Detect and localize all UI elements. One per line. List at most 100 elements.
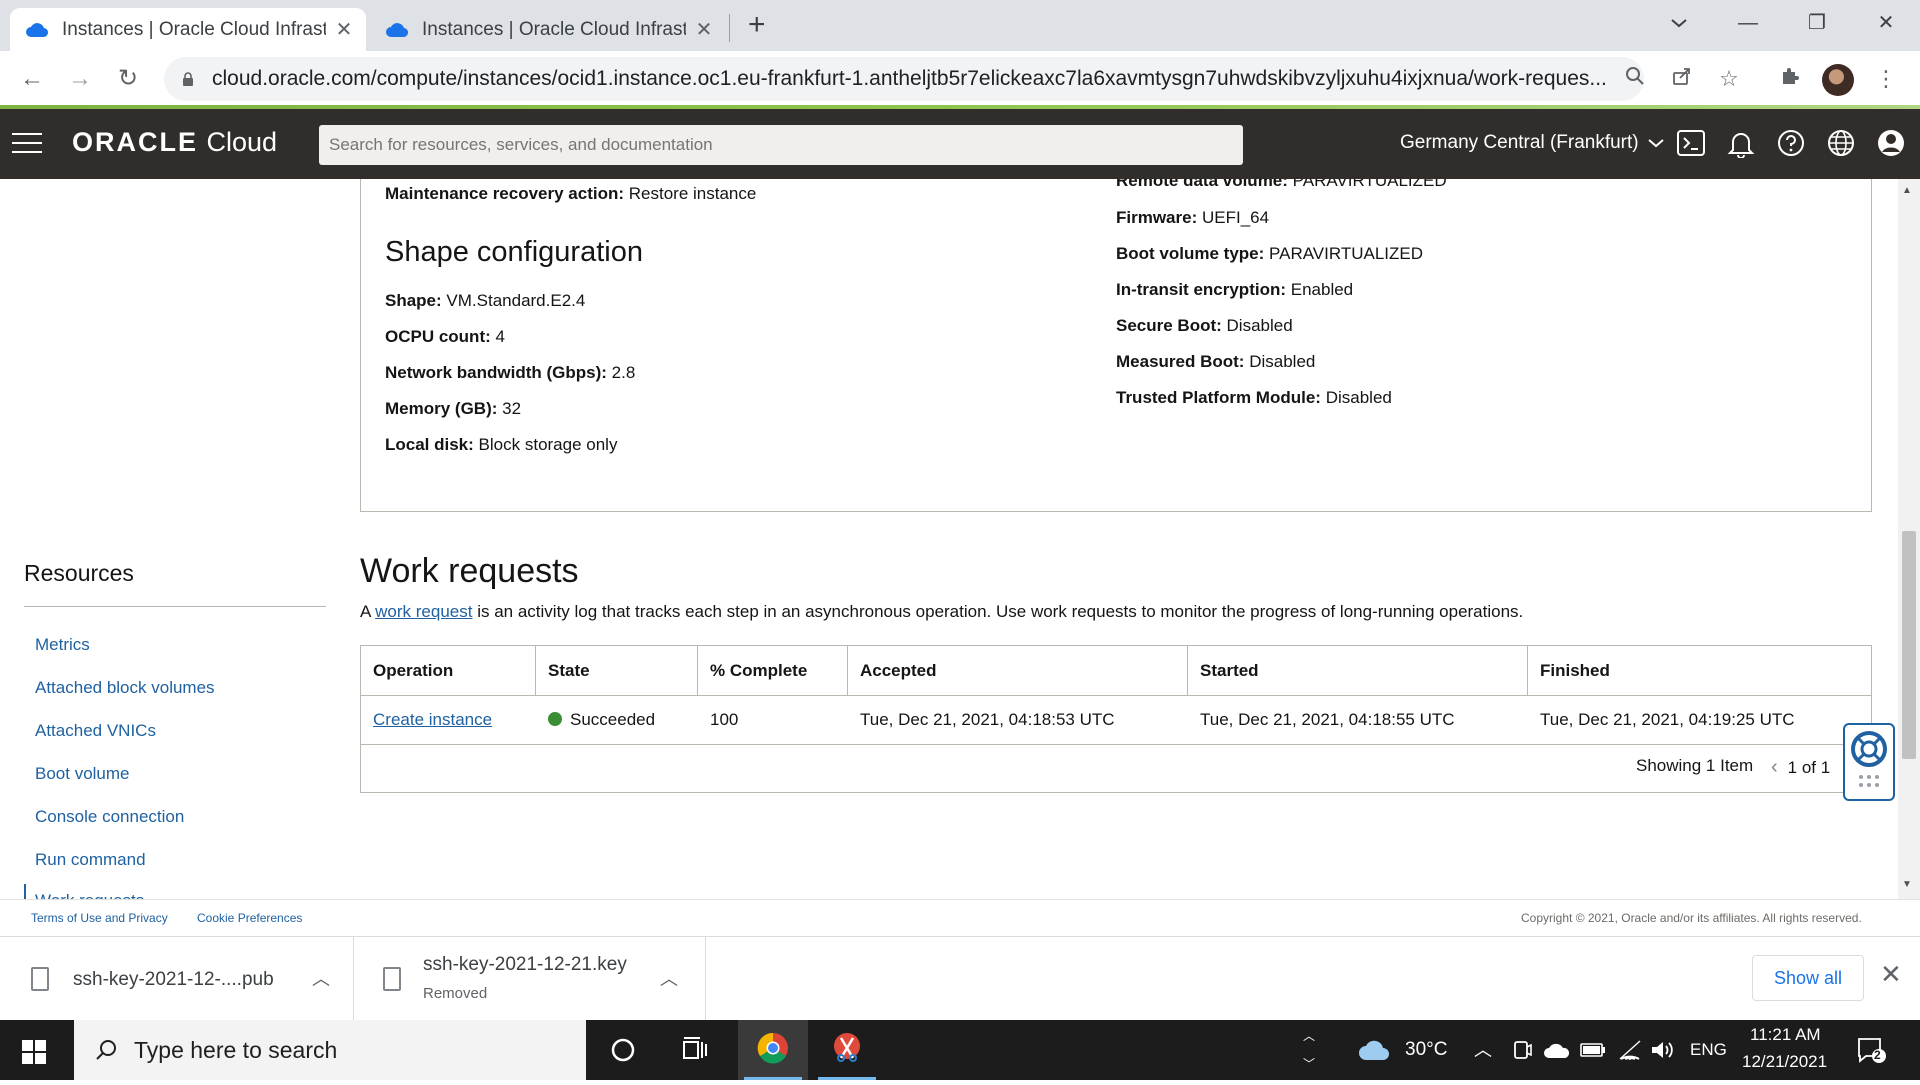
detail-value: PARAVIRTUALIZED	[1292, 179, 1447, 190]
user-profile-icon[interactable]	[1876, 128, 1906, 158]
weather-cloud-icon[interactable]	[1358, 1038, 1390, 1062]
reload-icon[interactable]: ↻	[110, 61, 146, 97]
help-icon[interactable]	[1776, 128, 1806, 158]
url-text: cloud.oracle.com/compute/instances/ocid1…	[212, 67, 1607, 90]
region-label: Germany Central (Frankfurt)	[1400, 132, 1639, 153]
cloud-shell-icon[interactable]	[1676, 128, 1706, 158]
tray-overflow-up-icon[interactable]: ︿	[1303, 1027, 1315, 1044]
oracle-cloud-logo[interactable]: ORACLE Cloud	[72, 127, 277, 158]
hamburger-menu-icon[interactable]	[12, 133, 42, 155]
downloads-bar: ssh-key-2021-12-....pub ︿ ssh-key-2021-1…	[0, 936, 1920, 1021]
taskbar-search-box[interactable]: Type here to search	[74, 1020, 586, 1080]
battery-icon[interactable]	[1580, 1042, 1606, 1058]
oracle-cloud-icon	[26, 22, 48, 37]
resource-link-run-command[interactable]: Run command	[35, 850, 146, 870]
detail-maintenance-recovery: Maintenance recovery action: Restore ins…	[385, 184, 756, 204]
chevron-up-icon[interactable]: ︿	[312, 965, 330, 991]
forward-icon[interactable]: →	[62, 61, 98, 97]
profile-avatar[interactable]	[1822, 64, 1854, 96]
chevron-up-icon[interactable]: ︿	[660, 965, 678, 991]
column-header-complete[interactable]: % Complete	[698, 646, 848, 696]
detail-label: Remote data volume:	[1116, 179, 1288, 190]
download-item[interactable]: ssh-key-2021-12-21.key Removed ︿	[354, 937, 706, 1021]
extensions-icon[interactable]	[1772, 61, 1808, 97]
resource-link-console-connection[interactable]: Console connection	[35, 807, 184, 827]
close-tab-icon[interactable]: ✕	[334, 17, 354, 42]
detail-value: VM.Standard.E2.4	[446, 291, 586, 310]
wifi-icon[interactable]	[1618, 1039, 1642, 1061]
tab-search-chevron-icon[interactable]	[1659, 6, 1699, 40]
more-menu-icon[interactable]: ⋮	[1868, 61, 1904, 97]
temperature-text: 30°C	[1405, 1039, 1448, 1060]
oci-footer: Terms of Use and Privacy Cookie Preferen…	[0, 899, 1920, 936]
browser-tab-active[interactable]: Instances | Oracle Cloud Infrastructure …	[10, 8, 366, 51]
column-header-accepted[interactable]: Accepted	[848, 646, 1188, 696]
notification-bell-icon[interactable]	[1726, 128, 1756, 158]
description-suffix: is an activity log that tracks each step…	[477, 602, 1524, 621]
minimize-icon[interactable]: —	[1728, 6, 1768, 40]
work-requests-description: A work request is an activity log that t…	[360, 602, 1523, 622]
cookie-preferences-link[interactable]: Cookie Preferences	[197, 911, 302, 925]
share-icon[interactable]	[1664, 61, 1700, 97]
column-header-finished[interactable]: Finished	[1528, 646, 1871, 696]
chrome-taskbar-icon[interactable]	[738, 1020, 808, 1080]
detail-firmware: Firmware: UEFI_64	[1116, 208, 1269, 228]
download-item[interactable]: ssh-key-2021-12-....pub ︿	[0, 937, 354, 1021]
detail-value: PARAVIRTUALIZED	[1269, 244, 1424, 263]
cortana-icon[interactable]	[588, 1020, 658, 1080]
snipping-tool-icon[interactable]	[812, 1020, 882, 1080]
restore-icon[interactable]: ❐	[1797, 6, 1837, 40]
resource-link-boot-volume[interactable]: Boot volume	[35, 764, 130, 784]
work-requests-heading: Work requests	[360, 552, 579, 590]
detail-label: OCPU count:	[385, 327, 491, 346]
column-header-started[interactable]: Started	[1188, 646, 1528, 696]
detail-boot-volume-type: Boot volume type: PARAVIRTUALIZED	[1116, 244, 1423, 264]
resource-link-metrics[interactable]: Metrics	[35, 635, 90, 655]
terms-link[interactable]: Terms of Use and Privacy	[31, 911, 168, 925]
address-bar[interactable]: cloud.oracle.com/compute/instances/ocid1…	[164, 57, 1644, 101]
clock-time[interactable]: 11:21 AM	[1750, 1025, 1821, 1045]
resource-link-work-requests[interactable]: Work requests	[35, 891, 144, 899]
detail-value: Block storage only	[478, 435, 618, 454]
show-all-downloads-button[interactable]: Show all	[1752, 955, 1864, 1001]
oci-search-input[interactable]	[319, 125, 1243, 165]
close-downloads-icon[interactable]: ✕	[1880, 959, 1902, 990]
meet-now-icon[interactable]	[1512, 1039, 1532, 1061]
resource-link-attached-vnics[interactable]: Attached VNICs	[35, 721, 156, 741]
volume-icon[interactable]	[1650, 1039, 1674, 1061]
new-tab-icon[interactable]: +	[748, 8, 766, 42]
chevron-down-icon	[1648, 139, 1664, 148]
region-selector[interactable]: Germany Central (Frankfurt)	[1400, 132, 1664, 154]
page-scrollbar[interactable]: ▲ ▼	[1898, 179, 1920, 899]
column-header-operation[interactable]: Operation	[361, 646, 536, 696]
scroll-thumb[interactable]	[1902, 531, 1916, 759]
windows-start-icon[interactable]	[22, 1040, 46, 1064]
create-instance-link[interactable]: Create instance	[373, 710, 492, 729]
onedrive-icon[interactable]	[1543, 1040, 1571, 1060]
scroll-up-icon[interactable]: ▲	[1902, 185, 1912, 196]
resource-link-attached-block-volumes[interactable]: Attached block volumes	[35, 678, 215, 698]
scroll-down-icon[interactable]: ▼	[1902, 879, 1912, 890]
tray-overflow-down-icon[interactable]: ﹀	[1303, 1055, 1315, 1072]
back-icon[interactable]: ←	[14, 61, 50, 97]
zoom-icon[interactable]	[1617, 61, 1653, 97]
language-indicator[interactable]: ENG	[1690, 1040, 1727, 1060]
tab-title: Instances | Oracle Cloud Infrastructure	[422, 18, 686, 40]
bookmark-star-icon[interactable]: ☆	[1711, 61, 1747, 97]
work-request-help-link[interactable]: work request	[375, 602, 472, 621]
language-globe-icon[interactable]	[1826, 128, 1856, 158]
show-hidden-icons-chevron-icon[interactable]: ︿	[1474, 1036, 1492, 1062]
file-icon	[31, 967, 49, 991]
previous-page-icon[interactable]: ‹	[1771, 756, 1778, 778]
close-window-icon[interactable]: ✕	[1866, 6, 1906, 40]
column-header-state[interactable]: State	[536, 646, 698, 696]
download-status: Removed	[423, 985, 488, 1002]
showing-count: Showing 1 Item	[1636, 756, 1754, 775]
task-view-icon[interactable]	[660, 1020, 730, 1080]
clock-date[interactable]: 12/21/2021	[1742, 1052, 1827, 1072]
browser-tab[interactable]: Instances | Oracle Cloud Infrastructure …	[370, 8, 726, 51]
detail-local-disk: Local disk: Block storage only	[385, 435, 617, 455]
close-tab-icon[interactable]: ✕	[694, 17, 714, 42]
help-support-widget[interactable]	[1843, 723, 1895, 801]
action-center-icon[interactable]	[1856, 1036, 1886, 1064]
